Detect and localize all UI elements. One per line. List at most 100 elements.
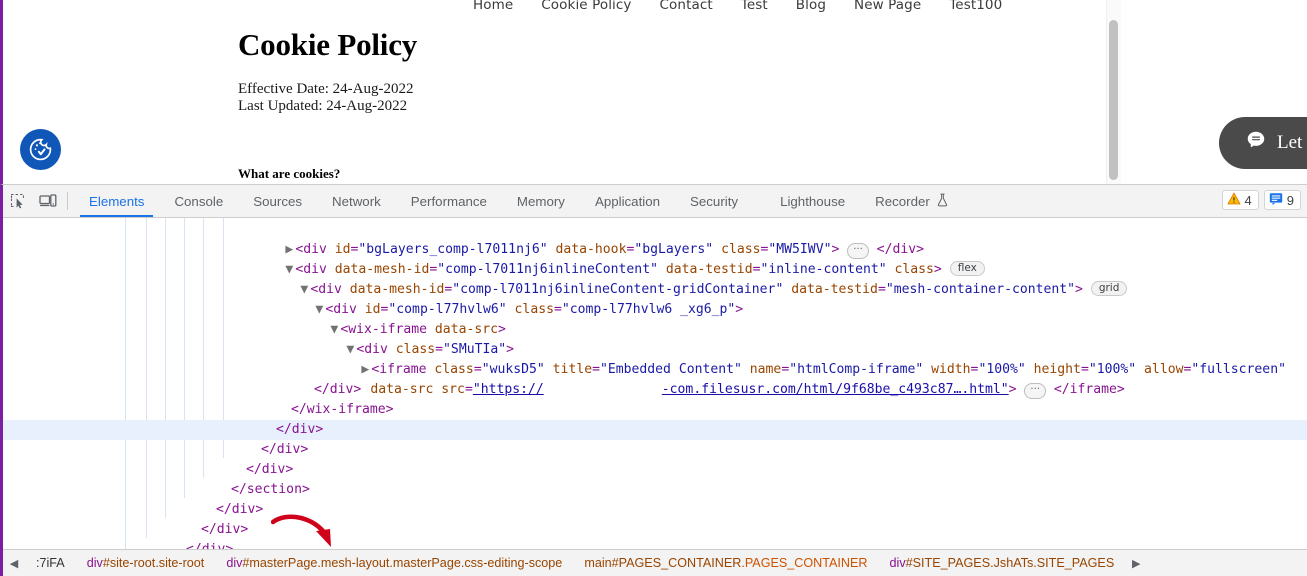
devtools-tab-list: Elements Console Sources Network Perform… bbox=[74, 185, 964, 217]
dom-line-close-section[interactable]: </section> bbox=[3, 480, 1307, 500]
nav-link-home[interactable]: Home bbox=[473, 0, 513, 13]
breadcrumb-item-truncated[interactable]: :7iFA bbox=[25, 556, 76, 570]
message-count: 9 bbox=[1286, 192, 1294, 208]
tab-label: Console bbox=[174, 193, 224, 209]
tab-label: Sources bbox=[253, 193, 303, 209]
tab-recorder[interactable]: Recorder bbox=[860, 185, 964, 217]
nav-link-contact[interactable]: Contact bbox=[660, 0, 713, 13]
dom-breadcrumb: ◀ :7iFA div#site-root.site-root div#mast… bbox=[3, 549, 1307, 576]
website-viewport: Home Cookie Policy Contact Test Blog New… bbox=[0, 0, 1307, 184]
flask-icon bbox=[936, 193, 949, 210]
dom-line-close-div[interactable]: </div> bbox=[3, 440, 1307, 460]
tab-label: Lighthouse bbox=[780, 193, 846, 209]
tab-label: Elements bbox=[89, 193, 145, 209]
dom-line-close-div[interactable]: </div> bbox=[3, 500, 1307, 520]
dom-tree[interactable]: ▶ <div id="bgLayers_comp-l7011nj6" data-h… bbox=[3, 218, 1307, 549]
tab-performance[interactable]: Performance bbox=[396, 185, 502, 217]
dom-line-smutia[interactable]: ▼ <div class="SMuTIa"> bbox=[3, 320, 1307, 357]
devtools-toolbar: Elements Console Sources Network Perform… bbox=[3, 185, 1307, 218]
tab-label: Memory bbox=[516, 193, 565, 209]
dom-line-close-div[interactable]: </div> bbox=[3, 380, 1307, 400]
nav-link-new-page[interactable]: New Page bbox=[854, 0, 921, 13]
page-scrollbar-thumb[interactable] bbox=[1109, 20, 1118, 180]
breadcrumb-id: #SITE_PAGES bbox=[905, 556, 991, 570]
warning-icon bbox=[1227, 192, 1241, 208]
dom-line-close-div[interactable]: </div> bbox=[3, 540, 1307, 549]
breadcrumb-class: .PAGES_CONTAINER bbox=[741, 556, 868, 570]
devtools-panel: Elements Console Sources Network Perform… bbox=[0, 184, 1307, 576]
breadcrumb-id: #masterPage bbox=[242, 556, 318, 570]
dom-line-close-wix-iframe[interactable]: </wix-iframe> bbox=[3, 400, 1307, 420]
dom-close-tag: </div> bbox=[261, 442, 309, 457]
breadcrumb-tag: main bbox=[584, 556, 612, 570]
breadcrumb-item-master-page[interactable]: div#masterPage.mesh-layout.masterPage.cs… bbox=[215, 556, 573, 570]
tab-label: Security bbox=[690, 193, 739, 209]
breadcrumb-class: .site-root bbox=[155, 556, 205, 570]
breadcrumb-class: .JshATs.SITE_PAGES bbox=[990, 556, 1115, 570]
nav-link-test100[interactable]: Test100 bbox=[949, 0, 1002, 13]
nav-link-blog[interactable]: Blog bbox=[796, 0, 826, 13]
dom-line-iframe-src[interactable]: data-src src="https://-com.filesusr.com/… bbox=[3, 360, 1307, 399]
chevron-left-icon[interactable]: ◀ bbox=[3, 557, 25, 570]
dom-line-bglayers[interactable]: ▶ <div id="bgLayers_comp-l7011nj6" data-h… bbox=[3, 220, 1307, 259]
tab-network[interactable]: Network bbox=[317, 185, 396, 217]
tab-label: Performance bbox=[410, 193, 487, 209]
breadcrumb-id: #site-root bbox=[102, 556, 156, 570]
devtools-issue-counters: 4 9 bbox=[1221, 190, 1301, 210]
dom-line-close-div-selected[interactable]: </div> bbox=[3, 420, 1307, 440]
site-navigation: Home Cookie Policy Contact Test Blog New… bbox=[473, 0, 1002, 13]
dom-line-grid-container[interactable]: ▼ <div data-mesh-id="comp-l7011nj6inlineC… bbox=[3, 260, 1307, 297]
message-icon bbox=[1269, 192, 1283, 208]
breadcrumb-tag: div bbox=[226, 556, 243, 570]
effective-date: Effective Date: 24-Aug-2022 bbox=[238, 81, 414, 97]
message-counter[interactable]: 9 bbox=[1263, 190, 1301, 210]
warning-count: 4 bbox=[1244, 192, 1252, 208]
breadcrumb-id: #PAGES_CONTAINER bbox=[611, 556, 742, 570]
breadcrumb-tag: div bbox=[889, 556, 906, 570]
dom-line-wix-iframe[interactable]: ▼ <wix-iframe data-src> bbox=[3, 300, 1307, 337]
dom-line-close-div[interactable]: </div> bbox=[3, 520, 1307, 540]
dom-close-tag: </div> bbox=[276, 422, 324, 437]
breadcrumb-item-site-pages[interactable]: div#SITE_PAGES.JshATs.SITE_PAGES bbox=[879, 556, 1126, 570]
toolbar-divider bbox=[67, 192, 68, 210]
breadcrumb-item-pages-container[interactable]: main#PAGES_CONTAINER.PAGES_CONTAINER bbox=[573, 556, 878, 570]
tab-memory[interactable]: Memory bbox=[502, 185, 580, 217]
tab-lighthouse[interactable]: Lighthouse bbox=[753, 185, 860, 217]
chat-widget[interactable]: Let bbox=[1219, 117, 1307, 169]
breadcrumb-class: .mesh-layout.masterPage.css-editing-scop… bbox=[317, 556, 563, 570]
tab-sources[interactable]: Sources bbox=[238, 185, 317, 217]
breadcrumb-label: :7iFA bbox=[36, 556, 65, 570]
dom-close-tag: </div> bbox=[314, 382, 362, 397]
device-toolbar-icon[interactable] bbox=[33, 185, 63, 217]
nav-link-cookie-policy[interactable]: Cookie Policy bbox=[541, 0, 631, 13]
dom-close-tag: </div> bbox=[201, 522, 249, 537]
warning-counter[interactable]: 4 bbox=[1221, 190, 1259, 210]
nav-link-test[interactable]: Test bbox=[741, 0, 768, 13]
last-updated-date: Last Updated: 24-Aug-2022 bbox=[238, 98, 408, 114]
dom-close-tag: </div> bbox=[246, 462, 294, 477]
tab-security[interactable]: Security bbox=[675, 185, 753, 217]
dom-close-tag: </section> bbox=[231, 482, 310, 497]
tab-elements[interactable]: Elements bbox=[74, 185, 159, 217]
dom-line-close-div[interactable]: </div> bbox=[3, 460, 1307, 480]
section-heading-what-are-cookies: What are cookies? bbox=[238, 166, 341, 181]
chevron-right-icon[interactable]: ▶ bbox=[1125, 557, 1147, 570]
dom-close-tag: </div> bbox=[186, 542, 233, 549]
tab-application[interactable]: Application bbox=[580, 185, 675, 217]
tab-label: Recorder bbox=[875, 193, 930, 209]
breadcrumb-item-site-root[interactable]: div#site-root.site-root bbox=[76, 556, 216, 570]
tab-label: Application bbox=[594, 193, 661, 209]
breadcrumb-tag: div bbox=[86, 556, 103, 570]
inspect-element-icon[interactable] bbox=[3, 185, 33, 217]
cookie-consent-icon[interactable] bbox=[20, 129, 61, 170]
tab-label: Network bbox=[332, 193, 381, 209]
dom-close-tag: </wix-iframe> bbox=[291, 402, 394, 417]
page-title: Cookie Policy bbox=[238, 27, 418, 62]
dom-line-iframe[interactable]: ▶ <iframe class="wuksD5" title="Embedded … bbox=[3, 340, 1307, 377]
dom-line-comp-l77hvlw6[interactable]: ▼ <div id="comp-l77hvlw6" class="comp-l77… bbox=[3, 280, 1307, 317]
chat-widget-label: Let bbox=[1277, 132, 1303, 153]
tab-console[interactable]: Console bbox=[159, 185, 238, 217]
dom-close-tag: </div> bbox=[216, 502, 264, 517]
dom-line-inline-content[interactable]: ▼ <div data-mesh-id="comp-l7011nj6inlineC… bbox=[3, 240, 1307, 277]
chat-bubble-icon bbox=[1245, 129, 1267, 157]
